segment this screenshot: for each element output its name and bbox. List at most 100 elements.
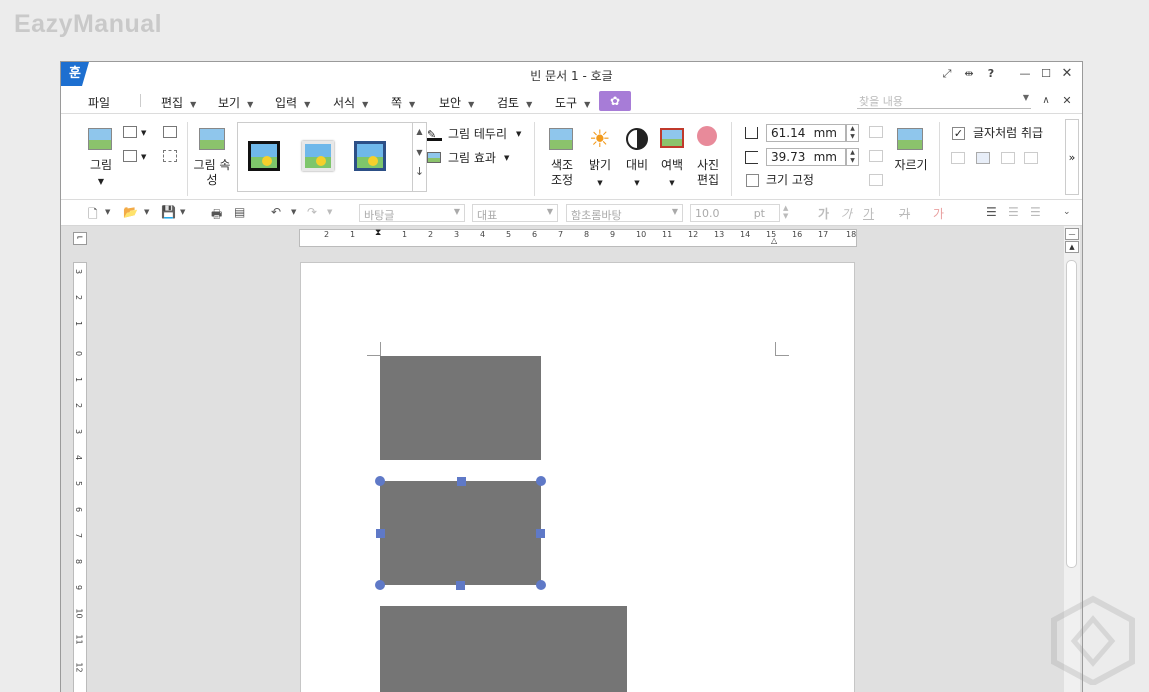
resize-handle-left[interactable] — [376, 529, 385, 538]
ribbon-expand-button[interactable]: » — [1065, 119, 1079, 195]
border-pen-icon[interactable]: ✎ — [427, 128, 442, 141]
horizontal-ruler[interactable]: 2 1 1 2 3 4 5 6 7 8 9 10 11 12 13 14 15 … — [299, 228, 857, 247]
font-select[interactable]: 함초롬바탕 ▼ — [566, 204, 683, 222]
insert-picture-icon[interactable] — [123, 126, 137, 138]
style-select[interactable]: 바탕글 ▼ — [359, 204, 465, 222]
tab-type-button[interactable]: ⌐ — [73, 232, 87, 245]
toolbar-expand-icon[interactable]: ⌄ — [1063, 207, 1071, 217]
dropdown-arrow-icon[interactable]: ▼ — [586, 176, 614, 191]
brightness-label[interactable]: 밝기 — [586, 158, 614, 173]
dropdown-arrow-icon[interactable]: ▼ — [623, 176, 651, 191]
menu-format[interactable]: 서식 ▼ — [333, 94, 368, 111]
contrast-icon[interactable] — [626, 128, 648, 150]
style-thumb-white-frame[interactable] — [302, 141, 334, 171]
treat-as-char-checkbox[interactable]: ✓ — [952, 127, 965, 140]
picture-effect-icon[interactable] — [427, 152, 441, 163]
maximize-button[interactable]: ☐ — [1037, 66, 1055, 82]
new-doc-icon[interactable]: 🗋 — [88, 205, 98, 226]
treat-as-char-label[interactable]: 글자처럼 취급 — [973, 126, 1043, 141]
margin-icon[interactable] — [660, 128, 684, 148]
resize-handle-bottom[interactable] — [456, 581, 465, 590]
picture-style-gallery[interactable] — [237, 122, 413, 192]
menu-insert[interactable]: 입력 ▼ — [275, 94, 310, 111]
dropdown-arrow-icon[interactable]: ▼ — [504, 151, 509, 166]
close-doc-icon[interactable]: ✕ — [1058, 93, 1076, 109]
photo-edit-icon[interactable] — [697, 126, 717, 146]
color-adjust-icon[interactable] — [549, 128, 573, 150]
dropdown-arrow-icon[interactable]: ▼ — [144, 208, 149, 216]
dropdown-arrow-icon[interactable]: ▼ — [516, 127, 521, 142]
gallery-down-icon[interactable]: ▼ — [413, 148, 426, 157]
menu-page[interactable]: 쪽 ▼ — [391, 94, 415, 111]
dropdown-arrow-icon[interactable]: ▼ — [105, 208, 110, 216]
dropdown-arrow-icon[interactable]: ▼ — [657, 176, 687, 191]
scroll-up-icon[interactable]: ▲ — [1065, 241, 1079, 253]
image-2-selected[interactable] — [380, 481, 541, 585]
document-page[interactable] — [300, 262, 855, 692]
style-thumb-blue-frame[interactable] — [354, 141, 386, 171]
picture-icon[interactable] — [88, 128, 112, 150]
image-3[interactable] — [380, 606, 627, 692]
split-view-icon[interactable]: ⇹ — [960, 66, 978, 82]
help-icon[interactable]: ? — [982, 66, 1000, 82]
picture-context-tab[interactable]: ✿ — [599, 91, 631, 111]
menu-review[interactable]: 검토 ▼ — [497, 94, 532, 111]
brightness-icon[interactable]: ☀ — [589, 125, 611, 153]
photo-edit-label[interactable]: 사진 편집 — [693, 158, 723, 188]
replace-picture-icon[interactable] — [163, 126, 177, 138]
fullscreen-icon[interactable]: ⤢ — [938, 66, 956, 82]
print-icon[interactable]: 🖶 — [211, 205, 222, 226]
picture-dropdown-icon[interactable]: ▼ — [81, 174, 121, 189]
undo-icon[interactable]: ↶ — [271, 205, 281, 219]
indent-marker-icon[interactable]: ⧗ — [375, 228, 381, 238]
preview-icon[interactable]: ▤ — [234, 205, 245, 219]
menu-file[interactable]: 파일 — [88, 94, 110, 111]
minimize-button[interactable]: — — [1016, 66, 1034, 82]
font-size-input[interactable]: 10.0 pt — [690, 204, 780, 222]
margin-label[interactable]: 여백 — [657, 158, 687, 173]
image-1[interactable] — [380, 356, 541, 460]
lock-size-label[interactable]: 크기 고정 — [766, 173, 814, 188]
scroll-split-icon[interactable]: — — [1065, 228, 1079, 240]
gallery-scrollbar[interactable]: ▲ ▼ ↓ — [413, 122, 427, 192]
right-indent-marker-icon[interactable]: △ — [771, 236, 777, 245]
resize-handle-top[interactable] — [457, 477, 466, 486]
align-justify-icon[interactable]: ☰ — [986, 205, 997, 219]
resize-handle-bottom-right[interactable] — [536, 580, 546, 590]
contrast-label[interactable]: 대비 — [623, 158, 651, 173]
dropdown-arrow-icon[interactable]: ▼ — [141, 150, 146, 165]
dropdown-arrow-icon[interactable]: ▼ — [180, 208, 185, 216]
resize-handle-top-left[interactable] — [375, 476, 385, 486]
dropdown-arrow-icon[interactable]: ▼ — [141, 126, 146, 141]
picture-effect-label[interactable]: 그림 효과 — [448, 151, 496, 166]
resize-handle-bottom-left[interactable] — [375, 580, 385, 590]
width-spinner[interactable]: ▲ ▼ — [846, 124, 859, 142]
resize-handle-top-right[interactable] — [536, 476, 546, 486]
select-picture-icon[interactable] — [163, 150, 177, 162]
crop-label[interactable]: 자르기 — [891, 158, 931, 173]
group-picture-icon[interactable] — [123, 150, 137, 162]
lock-size-checkbox[interactable] — [746, 174, 759, 187]
picture-border-label[interactable]: 그림 테두리 — [448, 127, 507, 142]
save-icon[interactable]: 💾 — [161, 205, 176, 219]
menu-tools[interactable]: 도구 ▼ — [555, 94, 590, 111]
picture-properties-icon[interactable] — [199, 128, 225, 150]
resize-handle-right[interactable] — [536, 529, 545, 538]
menu-edit[interactable]: 편집 ▼ — [161, 94, 196, 111]
vertical-ruler[interactable]: 3 2 1 0 1 2 3 4 5 6 7 8 9 10 11 12 — [73, 262, 87, 692]
height-spinner[interactable]: ▲ ▼ — [846, 148, 859, 166]
close-button[interactable]: ✕ — [1058, 66, 1076, 82]
style-thumb-black-frame[interactable] — [248, 141, 280, 171]
height-input[interactable]: 39.73 mm — [766, 148, 846, 166]
width-input[interactable]: 61.14 mm — [766, 124, 846, 142]
picture-label[interactable]: 그림 — [81, 158, 121, 173]
language-select[interactable]: 대표 ▼ — [472, 204, 558, 222]
picture-properties-label[interactable]: 그림 속성 — [193, 158, 231, 188]
gallery-more-icon[interactable]: ↓ — [413, 165, 426, 178]
open-folder-icon[interactable]: 📂 — [123, 205, 138, 219]
collapse-ribbon-icon[interactable]: ∧ — [1037, 93, 1055, 109]
menu-security[interactable]: 보안 ▼ — [439, 94, 474, 111]
gallery-up-icon[interactable]: ▲ — [413, 127, 426, 136]
menu-view[interactable]: 보기 ▼ — [218, 94, 253, 111]
color-adjust-label[interactable]: 색조 조정 — [544, 158, 580, 188]
